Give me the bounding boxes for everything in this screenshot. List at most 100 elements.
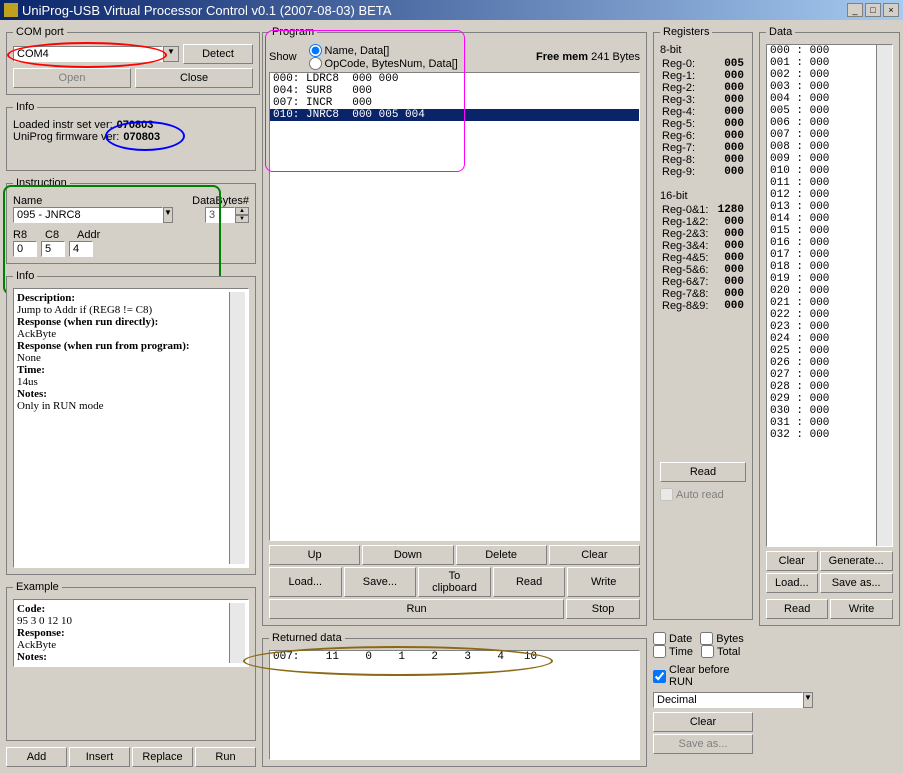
- replace-button[interactable]: Replace: [132, 747, 193, 767]
- data-row[interactable]: 011 : 000: [767, 177, 876, 189]
- clear-returned-button[interactable]: Clear: [653, 712, 753, 732]
- data-write-button[interactable]: Write: [830, 599, 892, 619]
- close-button[interactable]: ×: [883, 3, 899, 17]
- returned-listbox[interactable]: 007: 11 0 1 2 3 4 10: [269, 650, 640, 760]
- data-saveas-button[interactable]: Save as...: [820, 573, 893, 593]
- clearbefore-checkbox[interactable]: [653, 670, 666, 683]
- addr-input[interactable]: [69, 241, 93, 257]
- example-text[interactable]: Code: 95 3 0 12 10 Response: AckByte Not…: [13, 599, 249, 667]
- data-row[interactable]: 001 : 000: [767, 57, 876, 69]
- data-row[interactable]: 002 : 000: [767, 69, 876, 81]
- reg-row: Reg-4:000: [660, 106, 746, 118]
- data-clear-button[interactable]: Clear: [766, 551, 818, 571]
- detect-button[interactable]: Detect: [183, 44, 253, 64]
- data-row[interactable]: 022 : 000: [767, 309, 876, 321]
- program-line[interactable]: 000: LDRC8 000 000: [270, 73, 639, 85]
- window-title: UniProg-USB Virtual Processor Control v0…: [22, 3, 391, 18]
- data-read-button[interactable]: Read: [766, 599, 828, 619]
- minimize-button[interactable]: _: [847, 3, 863, 17]
- save-button[interactable]: Save...: [344, 567, 417, 597]
- run-program-button[interactable]: Run: [269, 599, 564, 619]
- data-row[interactable]: 018 : 000: [767, 261, 876, 273]
- close-button[interactable]: Close: [135, 68, 253, 88]
- data-row[interactable]: 028 : 000: [767, 381, 876, 393]
- write-button[interactable]: Write: [567, 567, 640, 597]
- data-row[interactable]: 016 : 000: [767, 237, 876, 249]
- data-generate-button[interactable]: Generate...: [820, 551, 893, 571]
- data-row[interactable]: 021 : 000: [767, 297, 876, 309]
- read-button[interactable]: Read: [493, 567, 566, 597]
- bytes-checkbox[interactable]: [700, 632, 713, 645]
- reg-row: Reg-7:000: [660, 142, 746, 154]
- data-row[interactable]: 019 : 000: [767, 273, 876, 285]
- stop-button[interactable]: Stop: [566, 599, 640, 619]
- scrollbar[interactable]: [876, 45, 892, 546]
- add-button[interactable]: Add: [6, 747, 67, 767]
- data-row[interactable]: 008 : 000: [767, 141, 876, 153]
- scrollbar[interactable]: [229, 603, 245, 663]
- data-row[interactable]: 029 : 000: [767, 393, 876, 405]
- data-row[interactable]: 010 : 000: [767, 165, 876, 177]
- autoread-checkbox[interactable]: [660, 488, 673, 501]
- show-name-radio[interactable]: [309, 44, 322, 57]
- app-icon: [4, 3, 18, 17]
- data-row[interactable]: 015 : 000: [767, 225, 876, 237]
- data-group: Data 000 : 000001 : 000002 : 000003 : 00…: [759, 26, 900, 626]
- data-row[interactable]: 025 : 000: [767, 345, 876, 357]
- program-line[interactable]: 004: SUR8 000: [270, 85, 639, 97]
- open-button[interactable]: Open: [13, 68, 131, 88]
- data-row[interactable]: 005 : 000: [767, 105, 876, 117]
- clear-button[interactable]: Clear: [549, 545, 640, 565]
- data-listbox[interactable]: 000 : 000001 : 000002 : 000003 : 000004 …: [766, 44, 893, 547]
- program-line[interactable]: 010: JNRC8 000 005 004: [270, 109, 639, 121]
- data-row[interactable]: 013 : 000: [767, 201, 876, 213]
- data-row[interactable]: 004 : 000: [767, 93, 876, 105]
- data-row[interactable]: 009 : 000: [767, 153, 876, 165]
- data-row[interactable]: 027 : 000: [767, 369, 876, 381]
- dropdown-icon[interactable]: ▼: [163, 207, 173, 223]
- load-button[interactable]: Load...: [269, 567, 342, 597]
- c8-input[interactable]: [41, 241, 65, 257]
- instruction-select[interactable]: ▼: [13, 207, 153, 223]
- up-button[interactable]: Up: [269, 545, 360, 565]
- program-listbox[interactable]: 000: LDRC8 000 000004: SUR8 000007: INCR…: [269, 72, 640, 541]
- data-row[interactable]: 031 : 000: [767, 417, 876, 429]
- reg-row: Reg-9:000: [660, 166, 746, 178]
- dropdown-icon[interactable]: ▼: [163, 46, 179, 62]
- delete-button[interactable]: Delete: [456, 545, 547, 565]
- format-select[interactable]: ▼: [653, 692, 753, 708]
- down-button[interactable]: Down: [362, 545, 453, 565]
- insert-button[interactable]: Insert: [69, 747, 130, 767]
- read-regs-button[interactable]: Read: [660, 462, 746, 482]
- data-row[interactable]: 026 : 000: [767, 357, 876, 369]
- com-port-select[interactable]: ▼: [13, 46, 179, 62]
- clipboard-button[interactable]: To clipboard: [418, 567, 491, 597]
- data-row[interactable]: 023 : 000: [767, 321, 876, 333]
- data-row[interactable]: 014 : 000: [767, 213, 876, 225]
- maximize-button[interactable]: □: [865, 3, 881, 17]
- data-row[interactable]: 020 : 000: [767, 285, 876, 297]
- date-checkbox[interactable]: [653, 632, 666, 645]
- scrollbar[interactable]: [229, 292, 245, 564]
- reg-row: Reg-0&1:1280: [660, 204, 746, 216]
- data-row[interactable]: 017 : 000: [767, 249, 876, 261]
- databytes-spinner[interactable]: ▲▼: [205, 207, 249, 223]
- data-row[interactable]: 006 : 000: [767, 117, 876, 129]
- data-row[interactable]: 000 : 000: [767, 45, 876, 57]
- reg-row: Reg-2:000: [660, 82, 746, 94]
- instinfo-text[interactable]: Description: Jump to Addr if (REG8 != C8…: [13, 288, 249, 568]
- time-checkbox[interactable]: [653, 645, 666, 658]
- run-button[interactable]: Run: [195, 747, 256, 767]
- data-row[interactable]: 012 : 000: [767, 189, 876, 201]
- saveas-returned-button[interactable]: Save as...: [653, 734, 753, 754]
- data-row[interactable]: 003 : 000: [767, 81, 876, 93]
- data-load-button[interactable]: Load...: [766, 573, 818, 593]
- data-row[interactable]: 032 : 000: [767, 429, 876, 441]
- r8-input[interactable]: [13, 241, 37, 257]
- program-line[interactable]: 007: INCR 000: [270, 97, 639, 109]
- data-row[interactable]: 030 : 000: [767, 405, 876, 417]
- data-row[interactable]: 024 : 000: [767, 333, 876, 345]
- data-row[interactable]: 007 : 000: [767, 129, 876, 141]
- show-opcode-radio[interactable]: [309, 57, 322, 70]
- total-checkbox[interactable]: [701, 645, 714, 658]
